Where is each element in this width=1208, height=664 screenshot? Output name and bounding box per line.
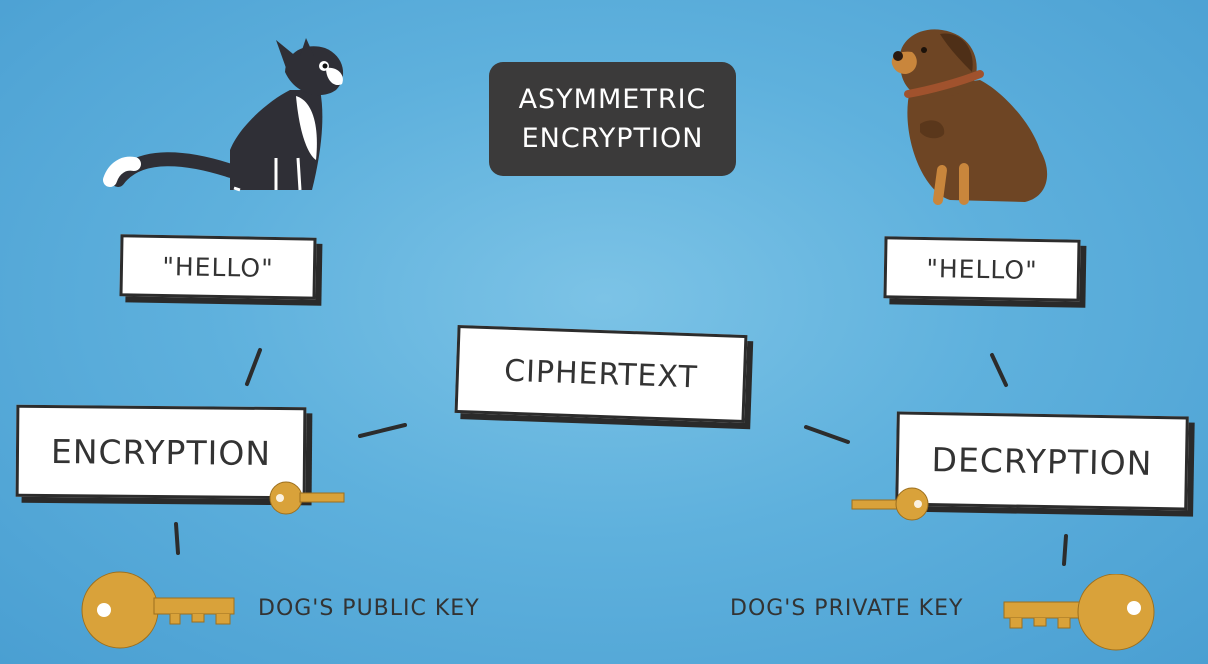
private-key-icon [1003,574,1155,651]
small-key-public-icon [269,481,345,515]
hello-box-left: "HELLO" [119,234,317,300]
dog-nose [893,51,903,61]
connector-private-key-to-decryption [1062,534,1068,566]
hello-text-left: "HELLO" [162,251,274,283]
dog-body [907,80,1048,202]
small-key-private-icon [851,487,929,521]
ciphertext-text: CIPHERTEXT [503,353,699,395]
private-key-caption: DOG'S PRIVATE KEY [730,596,964,621]
encryption-box: ENCRYPTION [15,404,307,500]
connector-encryption-to-ciphertext [358,423,407,438]
title-badge: ASYMMETRIC ENCRYPTION [489,62,736,176]
dog-eye [921,47,927,53]
hello-text-right: "HELLO" [926,253,1038,285]
hello-box-right: "HELLO" [883,236,1081,302]
title-line-2: ENCRYPTION [521,123,704,154]
connector-ciphertext-to-decryption [804,425,850,444]
encryption-text: ENCRYPTION [50,431,272,473]
decryption-text: DECRYPTION [931,439,1153,483]
public-key-icon [81,571,235,649]
ciphertext-box: CIPHERTEXT [454,324,748,424]
connector-public-key-to-encryption [174,522,180,555]
public-key-caption: DOG'S PUBLIC KEY [258,596,480,621]
decryption-box: DECRYPTION [895,411,1189,511]
title-line-1: ASYMMETRIC [518,83,707,115]
cat-illustration [103,38,344,192]
dog-illustration [891,29,1048,205]
connector-decryption-to-hello [990,353,1008,387]
connector-hello-to-encryption [245,348,262,386]
